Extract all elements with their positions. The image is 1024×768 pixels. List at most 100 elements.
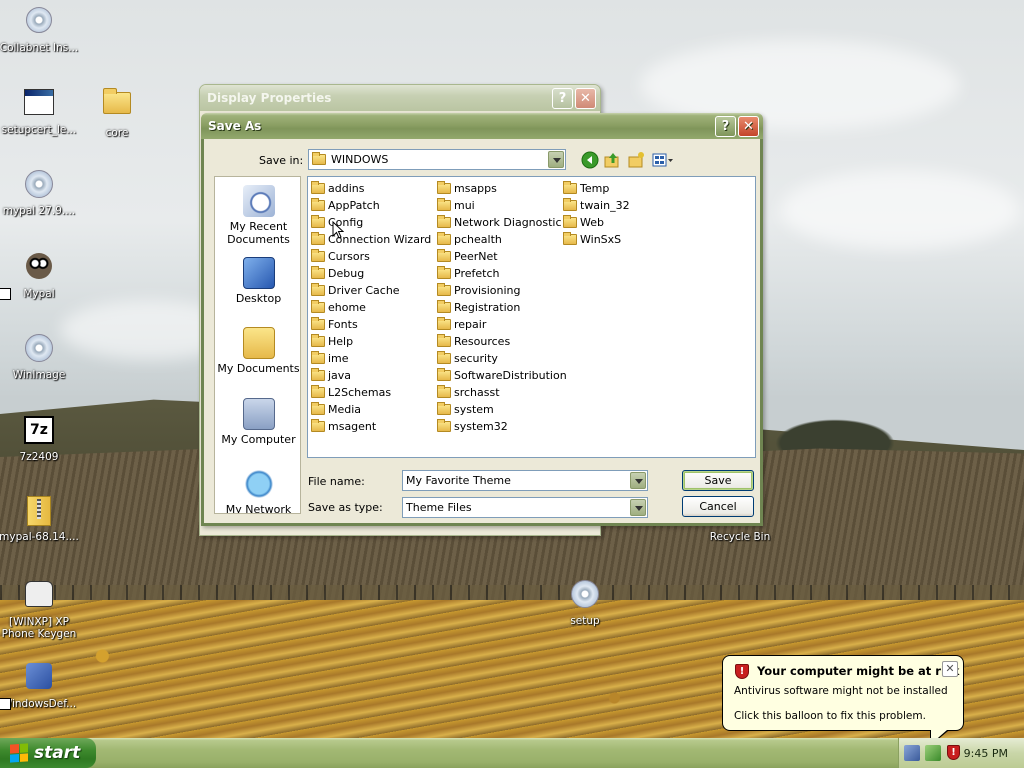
place-my-computer[interactable]: My Computer <box>215 398 300 446</box>
folder-item[interactable]: SoftwareDistribution <box>437 367 567 384</box>
start-button[interactable]: start <box>0 738 96 768</box>
folder-item[interactable]: L2Schemas <box>311 384 431 401</box>
security-balloon[interactable]: Your computer might be at risk ✕ Antivir… <box>722 655 964 746</box>
display-properties-titlebar[interactable]: Display Properties ? ✕ <box>200 85 600 111</box>
folder-item[interactable]: Registration <box>437 299 567 316</box>
folder-name: Provisioning <box>454 284 521 297</box>
folder-item[interactable]: PeerNet <box>437 248 567 265</box>
back-arrow-icon[interactable] <box>581 151 599 169</box>
desktop-icon-mypal-installer[interactable]: mypal 27.9.... <box>0 168 79 217</box>
folder-item[interactable]: msapps <box>437 180 567 197</box>
help-button[interactable]: ? <box>715 115 736 137</box>
save-as-dialog[interactable]: Save As ? ✕ Save in: WINDOWS My Recent D… <box>201 113 763 526</box>
save-in-dropdown[interactable]: WINDOWS <box>308 149 566 170</box>
folder-icon <box>311 181 325 194</box>
folder-icon <box>311 402 325 415</box>
file-name-input[interactable]: My Favorite Theme <box>402 470 648 491</box>
folder-name: java <box>328 369 352 382</box>
desktop-icon-phone-keygen[interactable]: [WINXP] XP Phone Keygen <box>0 578 79 640</box>
folder-item[interactable]: addins <box>311 180 431 197</box>
file-list[interactable]: addins AppPatch Config Connection Wizard Cur… <box>307 176 756 458</box>
help-button[interactable]: ? <box>552 87 573 109</box>
folder-item[interactable]: Resources <box>437 333 567 350</box>
folder-icon <box>312 152 326 165</box>
desktop-icon-setup[interactable]: setup <box>545 578 625 627</box>
save-button[interactable]: Save <box>682 470 754 491</box>
security-alert-tray-icon[interactable] <box>946 745 962 761</box>
folder-item[interactable]: Cursors <box>311 248 431 265</box>
desktop-icon-7z[interactable]: 7z 7z2409 <box>0 414 79 463</box>
up-folder-icon[interactable] <box>603 151 621 169</box>
folder-icon <box>563 232 577 245</box>
folder-item[interactable]: Config <box>311 214 431 231</box>
folder-icon <box>437 334 451 347</box>
new-folder-icon[interactable] <box>627 151 645 169</box>
place-my-documents[interactable]: My Documents <box>215 327 300 375</box>
folder-item[interactable]: repair <box>437 316 567 333</box>
folder-item[interactable]: ehome <box>311 299 431 316</box>
folder-name: Fonts <box>328 318 358 331</box>
folder-item[interactable]: Connection Wizard <box>311 231 431 248</box>
save-as-titlebar[interactable]: Save As ? ✕ <box>201 113 763 139</box>
folder-icon <box>437 232 451 245</box>
balloon-close-button[interactable]: ✕ <box>942 661 958 677</box>
folder-item[interactable]: Temp <box>563 180 630 197</box>
folder-icon <box>311 317 325 330</box>
folder-name: pchealth <box>454 233 502 246</box>
folder-icon <box>311 198 325 211</box>
folder-item[interactable]: Debug <box>311 265 431 282</box>
folder-item[interactable]: AppPatch <box>311 197 431 214</box>
chevron-down-icon[interactable] <box>548 151 564 168</box>
folder-item[interactable]: twain_32 <box>563 197 630 214</box>
save-as-type-dropdown[interactable]: Theme Files <box>402 497 648 518</box>
folder-item[interactable]: pchealth <box>437 231 567 248</box>
place-desktop[interactable]: Desktop <box>215 257 300 305</box>
folder-icon <box>437 385 451 398</box>
folder-name: msapps <box>454 182 497 195</box>
desktop-icon-winimage[interactable]: WinImage <box>0 332 79 381</box>
folder-item[interactable]: Driver Cache <box>311 282 431 299</box>
close-button[interactable]: ✕ <box>575 87 596 109</box>
places-bar: My Recent Documents Desktop My Documents… <box>214 176 301 514</box>
save-in-label: Save in: <box>259 154 304 167</box>
folder-item[interactable]: system <box>437 401 567 418</box>
cd-installer-icon <box>23 170 55 202</box>
desktop-icon-mypal[interactable]: Mypal <box>0 250 79 300</box>
folder-item[interactable]: Web <box>563 214 630 231</box>
folder-item[interactable]: srchasst <box>437 384 567 401</box>
folder-name: L2Schemas <box>328 386 392 399</box>
folder-icon <box>311 232 325 245</box>
view-menu-icon[interactable] <box>651 151 675 169</box>
place-my-network[interactable]: My Network <box>215 468 300 513</box>
folder-item[interactable]: Fonts <box>311 316 431 333</box>
folder-item[interactable]: WinSxS <box>563 231 630 248</box>
chevron-down-icon[interactable] <box>630 499 646 516</box>
network-tray-icon[interactable] <box>904 745 920 761</box>
folder-item[interactable]: java <box>311 367 431 384</box>
folder-item[interactable]: Provisioning <box>437 282 567 299</box>
folder-icon <box>311 351 325 364</box>
folder-item[interactable]: Prefetch <box>437 265 567 282</box>
desktop-icon-core[interactable]: core <box>77 86 157 139</box>
close-button[interactable]: ✕ <box>738 115 759 137</box>
balloon-message-line1: Antivirus software might not be installe… <box>734 685 948 697</box>
folder-item[interactable]: Media <box>311 401 431 418</box>
folder-item[interactable]: Help <box>311 333 431 350</box>
cancel-button[interactable]: Cancel <box>682 496 754 517</box>
desktop-icon-collabnet[interactable]: Collabnet Ins... <box>0 4 79 54</box>
folder-name: Driver Cache <box>328 284 400 297</box>
desktop-icon-windowsdefender[interactable]: WindowsDef... <box>0 660 79 710</box>
folder-item[interactable]: Network Diagnostic <box>437 214 567 231</box>
folder-item[interactable]: ime <box>311 350 431 367</box>
update-tray-icon[interactable] <box>925 745 941 761</box>
chevron-down-icon[interactable] <box>630 472 646 489</box>
desktop-icon-mypal-zip[interactable]: mypal-68.14.... <box>0 496 79 543</box>
desktop-icon-setupcert[interactable]: setupcert_le... <box>0 86 79 136</box>
place-recent-documents[interactable]: My Recent Documents <box>215 185 300 246</box>
folder-item[interactable]: security <box>437 350 567 367</box>
folder-name: Media <box>328 403 362 416</box>
folder-item[interactable]: system32 <box>437 418 567 435</box>
folder-item[interactable]: msagent <box>311 418 431 435</box>
defender-icon <box>23 663 55 695</box>
folder-item[interactable]: mui <box>437 197 567 214</box>
